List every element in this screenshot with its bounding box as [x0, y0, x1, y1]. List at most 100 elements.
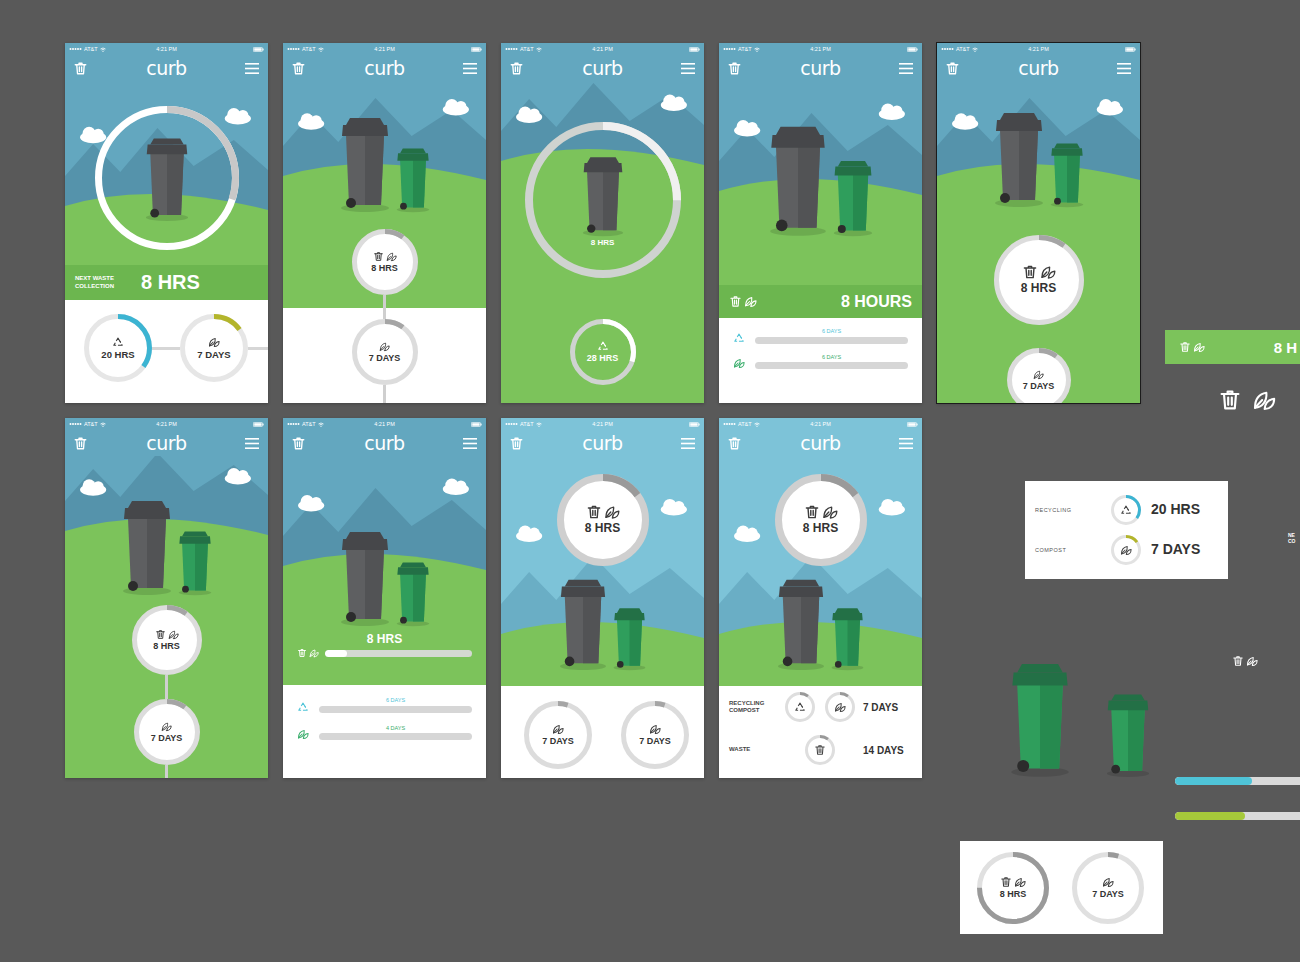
collection-node: 8 HRS	[994, 235, 1084, 325]
phone-screen[interactable]: AT&T4:21 PMcurb8 HRS7 DAYS	[65, 418, 268, 778]
gauge-ring	[134, 699, 200, 765]
menu-icon[interactable]	[245, 63, 259, 74]
battery-icon	[689, 422, 700, 427]
phone-screen[interactable]: AT&T4:21 PMcurb8 HRS7 DAYS	[283, 43, 486, 403]
waste-compost-icons	[1000, 876, 1026, 888]
menu-icon[interactable]	[899, 63, 913, 74]
bin-logo-icon[interactable]	[509, 436, 524, 451]
bin-logo-icon[interactable]	[945, 61, 960, 76]
gauge-ring	[1111, 535, 1141, 565]
battery-icon	[907, 47, 918, 52]
progress-fill	[325, 650, 347, 657]
band-reading: 8 H	[1274, 339, 1297, 356]
battery-icon	[689, 47, 700, 52]
waste-compost-icons	[155, 629, 179, 640]
collection-time: 8 HRS	[1021, 282, 1056, 295]
phone-screen[interactable]: AT&T4:21 PMcurbNEXT WASTE COLLECTION8 HR…	[65, 43, 268, 403]
wifi-icon	[536, 47, 542, 52]
phone-screen[interactable]: AT&T4:21 PMcurb8 HRS6 DAYS4 DAYS	[283, 418, 486, 778]
progress-label: 4 DAYS	[319, 725, 472, 732]
bin-logo-icon[interactable]	[727, 436, 742, 451]
band-reading: 8 HOURS	[841, 293, 912, 311]
gauge-ring	[977, 852, 1049, 924]
gauge-ring	[180, 314, 248, 382]
bin-logo-icon[interactable]	[291, 61, 306, 76]
compost-bin-icon	[1106, 690, 1150, 778]
signal-icon	[69, 422, 82, 426]
collection-time: 8 HRS	[803, 522, 838, 535]
carrier: AT&T	[84, 46, 98, 52]
phone-screen[interactable]: AT&T4:21 PMcurb8 HRS7 DAYS	[937, 43, 1140, 403]
leaf-icon	[297, 728, 309, 740]
progress-label: 6 DAYS	[755, 354, 908, 361]
trash-icon	[155, 629, 166, 640]
connector-line	[248, 347, 268, 350]
battery-icon	[1125, 47, 1136, 52]
bin-logo-icon[interactable]	[291, 436, 306, 451]
menu-icon[interactable]	[681, 63, 695, 74]
summary-reading: 20 HRS	[1151, 502, 1218, 517]
clock: 4:21 PM	[810, 421, 830, 427]
menu-icon[interactable]	[899, 438, 913, 449]
trash-icon	[814, 744, 826, 756]
collection-time: 7 DAYS	[151, 734, 183, 744]
bin-logo-icon[interactable]	[73, 436, 88, 451]
compost-bin-icon	[1050, 140, 1084, 208]
wifi-icon	[318, 47, 324, 52]
icon-set	[1218, 388, 1276, 412]
carrier: AT&T	[738, 421, 752, 427]
gauge-reading: 7 DAYS	[197, 350, 230, 360]
timeline-line	[165, 675, 168, 699]
leaf-icon	[161, 721, 172, 732]
clock: 4:21 PM	[374, 46, 394, 52]
band-reading: 8 HRS	[141, 271, 200, 294]
summary-row: COMPOST7 DAYS	[1035, 535, 1218, 565]
progress-row: 6 DAYS	[733, 354, 908, 370]
progress-track	[319, 733, 472, 740]
bin-logo-icon[interactable]	[73, 61, 88, 76]
menu-icon[interactable]	[463, 438, 477, 449]
progress-track	[755, 337, 908, 344]
carrier: AT&T	[956, 46, 970, 52]
collection-node: 7 DAYS	[352, 319, 418, 385]
collection-node: 28 HRS	[570, 319, 636, 385]
status-bar: AT&T4:21 PM	[501, 418, 704, 430]
phone-screen[interactable]: AT&T4:21 PMcurb8 HOURS6 DAYS6 DAYS	[719, 43, 922, 403]
app-header: curb	[283, 430, 486, 456]
app-logo: curb	[364, 434, 404, 453]
bin-logo-icon[interactable]	[509, 61, 524, 76]
app-header: curb	[501, 430, 704, 456]
signal-icon	[723, 47, 736, 51]
waste-bin-icon	[340, 527, 390, 627]
phone-screen[interactable]: AT&T4:21 PMcurb8 HRS7 DAYS7 DAYS	[501, 418, 704, 778]
gauge-ring	[785, 692, 815, 722]
app-header: curb	[719, 55, 922, 81]
menu-icon[interactable]	[463, 63, 477, 74]
app-header: curb	[65, 55, 268, 81]
waste-compost-icons	[373, 251, 397, 262]
gauge-ring	[352, 229, 418, 295]
phone-screen[interactable]: AT&T4:21 PMcurb8 HRS28 HRS	[501, 43, 704, 403]
bins-illustration	[769, 121, 873, 237]
trash-icon	[1179, 341, 1191, 353]
menu-icon[interactable]	[681, 438, 695, 449]
clock: 4:21 PM	[374, 421, 394, 427]
trash-icon	[1232, 655, 1244, 667]
leaf-icon	[309, 648, 319, 658]
app-logo: curb	[582, 434, 622, 453]
progress-track	[325, 650, 472, 657]
status-bar: AT&T 4:21 PM	[719, 418, 922, 430]
trash-icon	[804, 504, 820, 520]
collection-node: 7 DAYS	[524, 701, 592, 769]
progress-track	[755, 362, 908, 369]
progress-track	[1175, 812, 1300, 820]
phone-screen[interactable]: AT&T4:21 PMcurb8 HRSRECYCLING COMPOST7 D…	[719, 418, 922, 778]
gauge-ring	[1072, 852, 1144, 924]
waste-bin-icon	[559, 575, 607, 671]
menu-icon[interactable]	[245, 438, 259, 449]
status-bar: AT&T4:21 PM	[283, 43, 486, 55]
menu-icon[interactable]	[1117, 63, 1131, 74]
status-bar: AT&T4:21 PM	[65, 418, 268, 430]
carrier: AT&T	[520, 421, 534, 427]
bin-logo-icon[interactable]	[727, 61, 742, 76]
